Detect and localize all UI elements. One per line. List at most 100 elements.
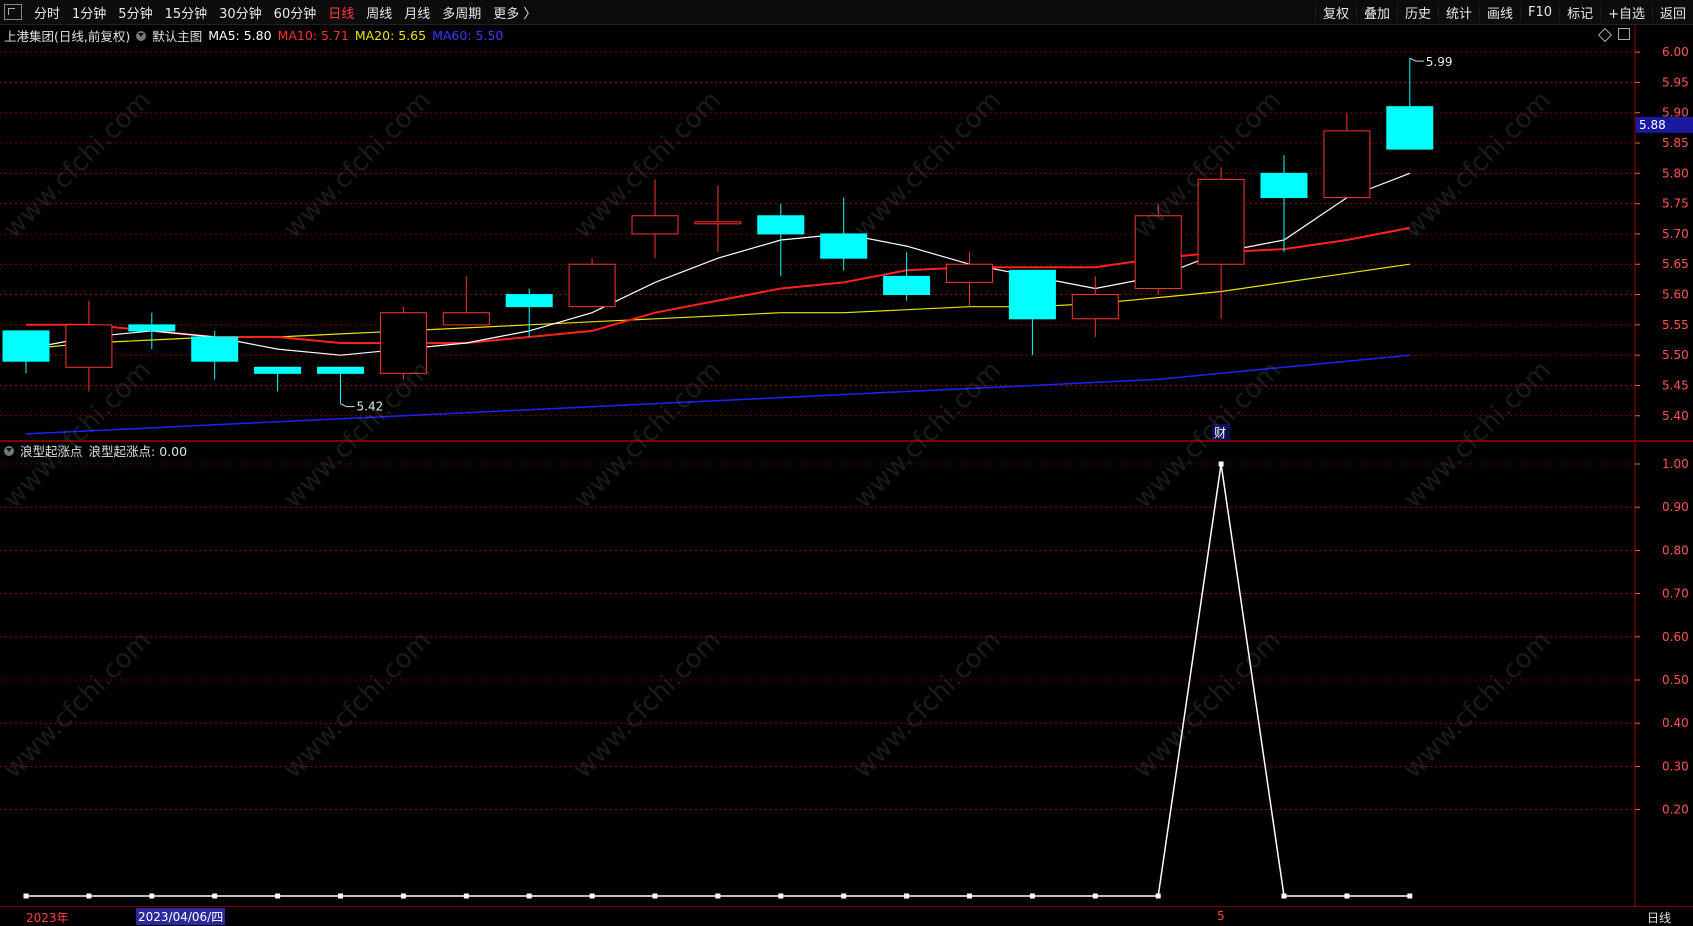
toolbar-button-5[interactable]: F10 (1520, 5, 1559, 20)
y-tick-label: 6.00 (1662, 45, 1689, 59)
indicator-value: 浪型起涨点: 0.00 (89, 441, 188, 460)
period-tab-0[interactable]: 分时 (28, 3, 66, 22)
indicator-point (590, 894, 595, 899)
panel-toggle-icon[interactable] (1618, 28, 1630, 40)
indicator-point (401, 894, 406, 899)
period-tab-7[interactable]: 周线 (360, 3, 398, 22)
main-grid (0, 24, 1693, 906)
y-tick-label: 0.80 (1662, 543, 1689, 557)
period-tab-1[interactable]: 1分钟 (66, 3, 112, 22)
indicator-point (24, 894, 29, 899)
candle-body (821, 234, 867, 258)
toolbar-button-8[interactable]: 返回 (1652, 3, 1693, 22)
template-dropdown-icon[interactable] (136, 31, 146, 41)
y-tick-label: 5.65 (1662, 257, 1689, 271)
year-label: 2023年 (26, 909, 69, 926)
cursor-date-label: 2023/04/06/四 (136, 908, 225, 925)
toolbar-buttons: 复权叠加历史统计画线F10标记+自选返回 (1315, 3, 1693, 22)
period-tab-2[interactable]: 5分钟 (112, 3, 158, 22)
period-tab-9[interactable]: 多周期 (436, 3, 487, 22)
low-marker (341, 404, 355, 407)
toolbar-button-0[interactable]: 复权 (1315, 3, 1356, 22)
indicator-point (1282, 894, 1287, 899)
candle-body (632, 216, 678, 234)
main-chart-info: 上港集团(日线,前复权) 默认主图 MA5: 5.80 MA10: 5.71 M… (4, 26, 509, 45)
indicator-point (967, 894, 972, 899)
y-tick-label: 5.70 (1662, 227, 1689, 241)
period-tab-8[interactable]: 月线 (398, 3, 436, 22)
toolbar-button-2[interactable]: 历史 (1397, 3, 1438, 22)
candle-body (1324, 131, 1370, 198)
indicator-point (1219, 462, 1224, 467)
period-tab-4[interactable]: 30分钟 (213, 3, 268, 22)
candle-body (1387, 107, 1433, 149)
y-tick-label: 5.60 (1662, 288, 1689, 302)
low-label: 5.42 (357, 400, 384, 414)
toolbar-button-4[interactable]: 画线 (1479, 3, 1520, 22)
indicator-point (715, 894, 720, 899)
y-tick-label: 5.40 (1662, 409, 1689, 423)
y-axis-labels: 6.005.955.905.855.805.755.705.655.605.55… (1662, 45, 1689, 816)
y-tick-label: 0.30 (1662, 759, 1689, 773)
indicator-name[interactable]: 浪型起涨点 (20, 441, 83, 460)
ma10-legend: MA10: 5.71 (278, 28, 349, 43)
indicator-point (1344, 894, 1349, 899)
indicator-point (464, 894, 469, 899)
indicator-point (1093, 894, 1098, 899)
y-tick-label: 1.00 (1662, 457, 1689, 471)
indicator-point (1407, 894, 1412, 899)
candle-body (443, 313, 489, 325)
period-tab-5[interactable]: 60分钟 (268, 3, 323, 22)
candle-body (884, 276, 930, 294)
candle-body (3, 331, 49, 361)
period-tab-6[interactable]: 日线 (322, 3, 360, 22)
period-toolbar: 分时1分钟5分钟15分钟30分钟60分钟日线周线月线多周期更多 〉 复权叠加历史… (0, 0, 1693, 25)
current-price-label: 5.88 (1639, 118, 1666, 132)
indicator-point (86, 894, 91, 899)
y-tick-label: 0.90 (1662, 500, 1689, 514)
indicator-dropdown-icon[interactable] (4, 446, 14, 456)
indicator-point (212, 894, 217, 899)
candle-body (1072, 295, 1118, 319)
toolbar-button-6[interactable]: 标记 (1559, 3, 1600, 22)
high-label: 5.99 (1426, 55, 1453, 69)
period-tab-3[interactable]: 15分钟 (159, 3, 214, 22)
stock-title[interactable]: 上港集团(日线,前复权) (4, 26, 130, 45)
candle-body (192, 337, 238, 361)
y-tick-label: 5.80 (1662, 166, 1689, 180)
y-tick-label: 5.45 (1662, 378, 1689, 392)
candle-body (1261, 173, 1307, 197)
candle-body (1009, 270, 1055, 318)
y-tick-label: 0.70 (1662, 587, 1689, 601)
period-tab-10[interactable]: 更多 〉 (487, 3, 542, 22)
template-name[interactable]: 默认主图 (152, 26, 202, 45)
diamond-icon[interactable] (1598, 28, 1612, 42)
toolbar-button-1[interactable]: 叠加 (1356, 3, 1397, 22)
indicator-point (338, 894, 343, 899)
toolbar-button-7[interactable]: +自选 (1600, 3, 1652, 22)
top-right-icons (1600, 28, 1630, 40)
candle-body (66, 325, 112, 367)
sub-chart-info: 浪型起涨点 浪型起涨点: 0.00 (4, 441, 193, 460)
bottom-axis: 2023年 2023/04/06/四 5 日线 (0, 906, 1693, 926)
ma5-legend: MA5: 5.80 (208, 28, 271, 43)
period-label[interactable]: 日线 (1647, 909, 1671, 926)
y-tick-label: 5.95 (1662, 75, 1689, 89)
window-corner-icon[interactable] (4, 4, 22, 20)
candle-body (129, 325, 175, 331)
high-marker (1410, 58, 1424, 61)
y-tick-label: 0.60 (1662, 630, 1689, 644)
finance-mark: 财 (1214, 426, 1226, 440)
ma60-legend: MA60: 5.50 (432, 28, 503, 43)
candle-body (1135, 216, 1181, 289)
period-tabs: 分时1分钟5分钟15分钟30分钟60分钟日线周线月线多周期更多 〉 (28, 3, 1315, 22)
toolbar-button-3[interactable]: 统计 (1438, 3, 1479, 22)
ma20-legend: MA20: 5.65 (355, 28, 426, 43)
candle-body (947, 264, 993, 282)
candle-body (506, 295, 552, 307)
candle-body (318, 367, 364, 373)
indicator-point (778, 894, 783, 899)
y-tick-label: 5.75 (1662, 197, 1689, 211)
y-tick-label: 0.50 (1662, 673, 1689, 687)
y-tick-label: 0.40 (1662, 716, 1689, 730)
